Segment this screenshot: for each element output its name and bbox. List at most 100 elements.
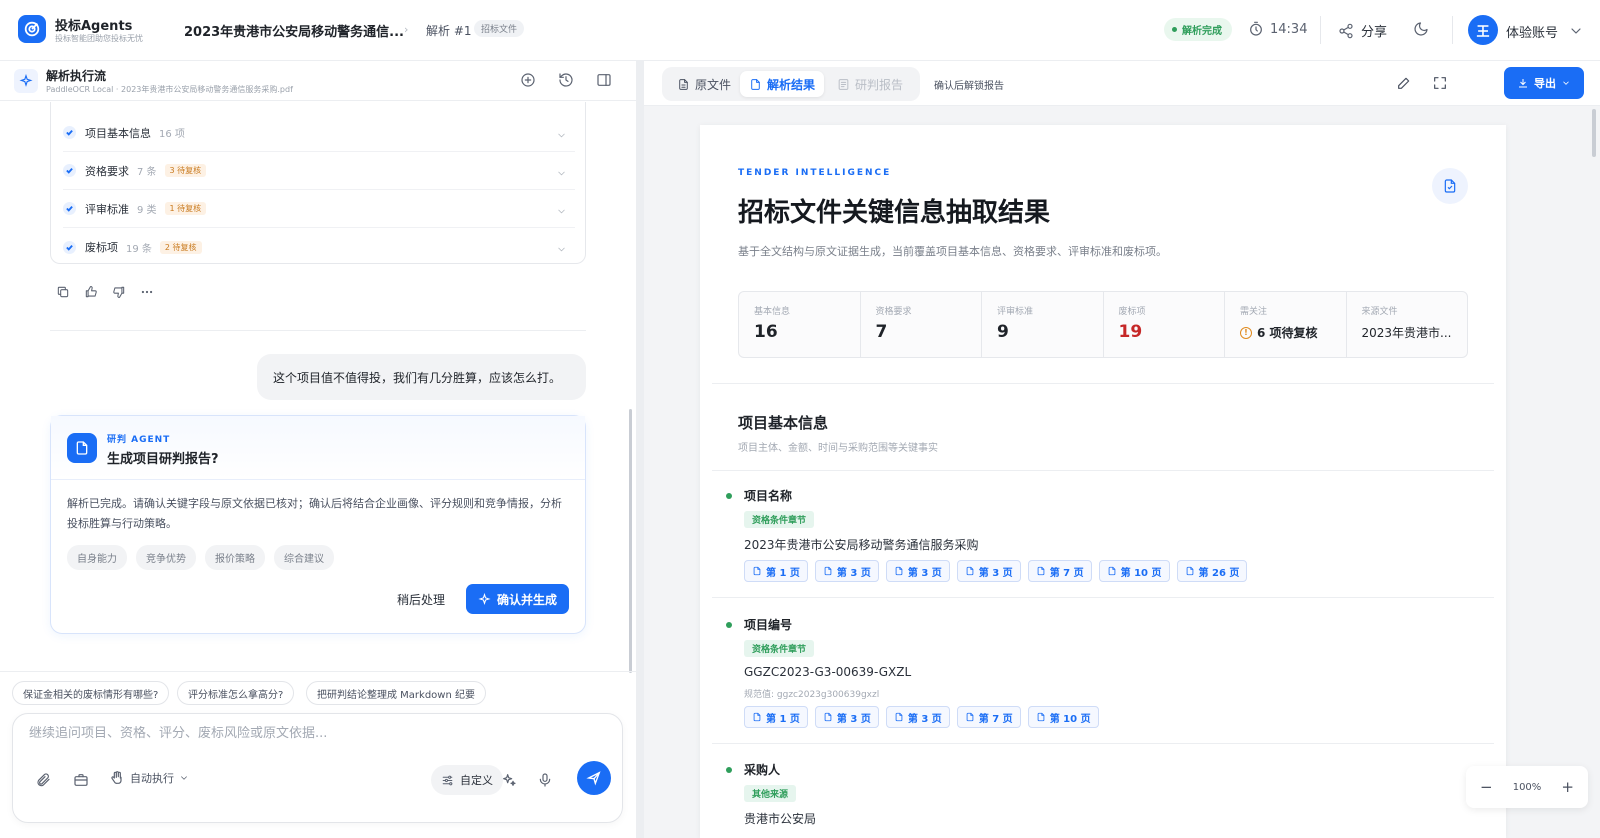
copy-icon[interactable] (56, 285, 70, 299)
confirm-label: 确认并生成 (497, 592, 558, 607)
page-ref-button[interactable]: 第 10 页 (1098, 560, 1170, 582)
summary-stats: 基本信息 16 资格要求 7 评审标准 9 废标项 19 需关注 ! 6 项待复… (738, 291, 1468, 358)
account-name[interactable]: 体验账号 (1506, 22, 1558, 41)
agent-card-header: 研判 AGENT 生成项目研判报告? (51, 416, 585, 480)
chevron-down-icon[interactable] (553, 241, 569, 257)
later-button[interactable]: 稍后处理 (397, 591, 445, 608)
microphone-icon[interactable] (537, 772, 553, 788)
checklist-row[interactable]: 评审标准 9 类 1 待复核 (63, 190, 575, 228)
chevron-down-icon[interactable] (553, 127, 569, 143)
zoom-control: − 100% + (1466, 766, 1588, 808)
history-icon[interactable] (558, 72, 574, 88)
checklist-row[interactable]: 资格要求 7 条 3 待复核 (63, 152, 575, 190)
page-ref-button[interactable]: 第 3 页 (885, 560, 950, 582)
share-button[interactable]: 分享 (1338, 21, 1387, 40)
zoom-level: 100% (1512, 781, 1542, 793)
stat-value: 6 项待复核 (1257, 326, 1318, 340)
zoom-out-button[interactable]: − (1480, 778, 1493, 796)
page-ref-label: 第 10 页 (1049, 713, 1091, 725)
add-circle-icon[interactable] (520, 72, 536, 88)
page-ref-button[interactable]: 第 3 页 (885, 706, 950, 728)
stat-label: 资格要求 (875, 307, 912, 317)
chevron-down-icon[interactable] (553, 165, 569, 181)
stat-basic-info: 基本信息 16 (739, 292, 861, 357)
stat-label: 废标项 (1118, 307, 1146, 317)
chevron-right-icon: › (404, 23, 409, 36)
edit-icon[interactable] (1396, 75, 1412, 91)
suggestion-chip[interactable]: 把研判结论整理成 Markdown 纪要 (306, 681, 486, 705)
checklist-count: 9 类 (137, 205, 157, 216)
scrollbar[interactable] (629, 409, 632, 673)
result-document[interactable]: TENDER INTELLIGENCE 招标文件关键信息抽取结果 基于全文结构与… (700, 125, 1506, 838)
document-title[interactable]: 2023年贵港市公安局移动警务通信... (184, 21, 404, 40)
tab-source-file[interactable]: 原文件 (668, 71, 740, 97)
page-ref-button[interactable]: 第 3 页 (814, 706, 879, 728)
checklist-label: 废标项 (85, 241, 118, 254)
page-ref-button[interactable]: 第 10 页 (1027, 706, 1099, 728)
custom-label: 自定义 (460, 774, 493, 787)
tab-label: 解析结果 (767, 77, 816, 92)
suggestion-chip[interactable]: 评分标准怎么拿高分? (177, 681, 295, 705)
auto-exec-toggle[interactable]: 自动执行 (109, 770, 189, 786)
page-ref-button[interactable]: 第 1 页 (744, 560, 808, 582)
warning-icon: ! (1240, 326, 1252, 339)
export-button[interactable]: 导出 (1504, 67, 1584, 99)
app-name: 投标Agents (55, 19, 133, 34)
field-value: 贵港市公安局 (744, 812, 817, 826)
page-refs: 第 1 页 第 3 页 第 3 页 第 3 页 第 7 页 第 10 页 第 2… (744, 560, 1248, 582)
page-ref-button[interactable]: 第 1 页 (744, 706, 808, 728)
document-check-icon (1444, 179, 1456, 193)
divider (712, 470, 1494, 471)
page-ref-label: 第 3 页 (907, 713, 942, 725)
page-ref-button[interactable]: 第 3 页 (814, 560, 879, 582)
checklist-row[interactable]: 废标项 19 条 2 待复核 (63, 228, 575, 266)
fullscreen-icon[interactable] (1432, 75, 1448, 91)
send-button[interactable] (577, 761, 611, 795)
stat-label: 需关注 (1240, 307, 1268, 317)
stat-label: 来源文件 (1361, 307, 1398, 317)
chat-input[interactable] (29, 726, 589, 741)
avatar[interactable]: 王 (1468, 15, 1498, 45)
page-ref-button[interactable]: 第 7 页 (956, 706, 1021, 728)
tab-parse-result[interactable]: 解析结果 (740, 71, 825, 97)
pane-resizer[interactable] (636, 61, 644, 838)
page-ref-button[interactable]: 第 26 页 (1176, 560, 1248, 582)
check-icon (63, 202, 76, 215)
paperclip-icon[interactable] (35, 772, 51, 788)
chevron-down-icon[interactable] (553, 203, 569, 219)
briefcase-icon[interactable] (73, 772, 89, 788)
app-tagline: 投标智能团助您投标无忧 (55, 34, 143, 43)
divider (712, 743, 1494, 744)
checklist-row[interactable]: 项目基本信息 16 项 (63, 114, 575, 152)
page-ref-button[interactable]: 第 7 页 (1027, 560, 1092, 582)
zoom-in-button[interactable]: + (1561, 778, 1574, 796)
page-ref-label: 第 3 页 (836, 567, 871, 579)
sidebar-toggle-icon[interactable] (596, 72, 612, 88)
thumbs-up-icon[interactable] (84, 285, 98, 299)
scrollbar[interactable] (1592, 109, 1596, 157)
message-list[interactable]: 项目基本信息 16 项 资格要求 7 条 3 待复核 评审标准 9 类 1 待复… (0, 102, 636, 686)
chevron-down-icon[interactable] (1568, 23, 1584, 39)
custom-button[interactable]: 自定义 (431, 765, 503, 795)
suggestion-chip[interactable]: 保证金相关的废标情形有哪些? (12, 681, 170, 705)
page-ref-button[interactable]: 第 3 页 (956, 560, 1021, 582)
unlock-hint: 确认后解锁报告 (934, 81, 1004, 92)
thumbs-down-icon[interactable] (112, 285, 126, 299)
normalized-value: 规范值: ggzc2023g300639gxzl (744, 690, 880, 700)
chat-pane: 解析执行流 PaddleOCR Local · 2023年贵港市公安局移动警务通… (0, 61, 636, 838)
tab-label: 研判报告 (855, 77, 904, 92)
breadcrumb-parse[interactable]: 解析 #1 (426, 22, 472, 39)
result-title: 招标文件关键信息抽取结果 (738, 198, 1051, 228)
confirm-generate-button[interactable]: 确认并生成 (466, 584, 570, 614)
app-logo[interactable] (18, 15, 46, 43)
tab-research-report[interactable]: 研判报告 (828, 71, 912, 97)
magic-icon[interactable] (501, 772, 517, 788)
moon-icon[interactable] (1413, 21, 1429, 37)
file-icon (1108, 566, 1115, 576)
agent-kicker: 研判 AGENT (107, 435, 171, 445)
sliders-icon (441, 774, 454, 787)
more-icon[interactable] (140, 285, 154, 299)
file-icon (824, 566, 832, 576)
document-check-button[interactable] (1432, 168, 1468, 204)
status-dot (1172, 27, 1177, 32)
